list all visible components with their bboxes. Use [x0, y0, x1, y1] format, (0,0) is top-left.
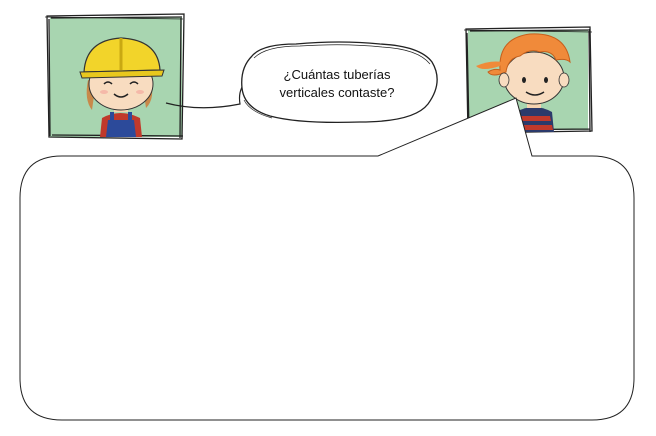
left-portrait — [44, 13, 185, 140]
speech-line-2: verticales contaste? — [279, 85, 395, 100]
answer-box — [19, 97, 635, 421]
speech-bubble-text: ¿Cuántas tuberías verticales contaste? — [262, 66, 412, 102]
speech-line-1: ¿Cuántas tuberías — [283, 67, 391, 82]
